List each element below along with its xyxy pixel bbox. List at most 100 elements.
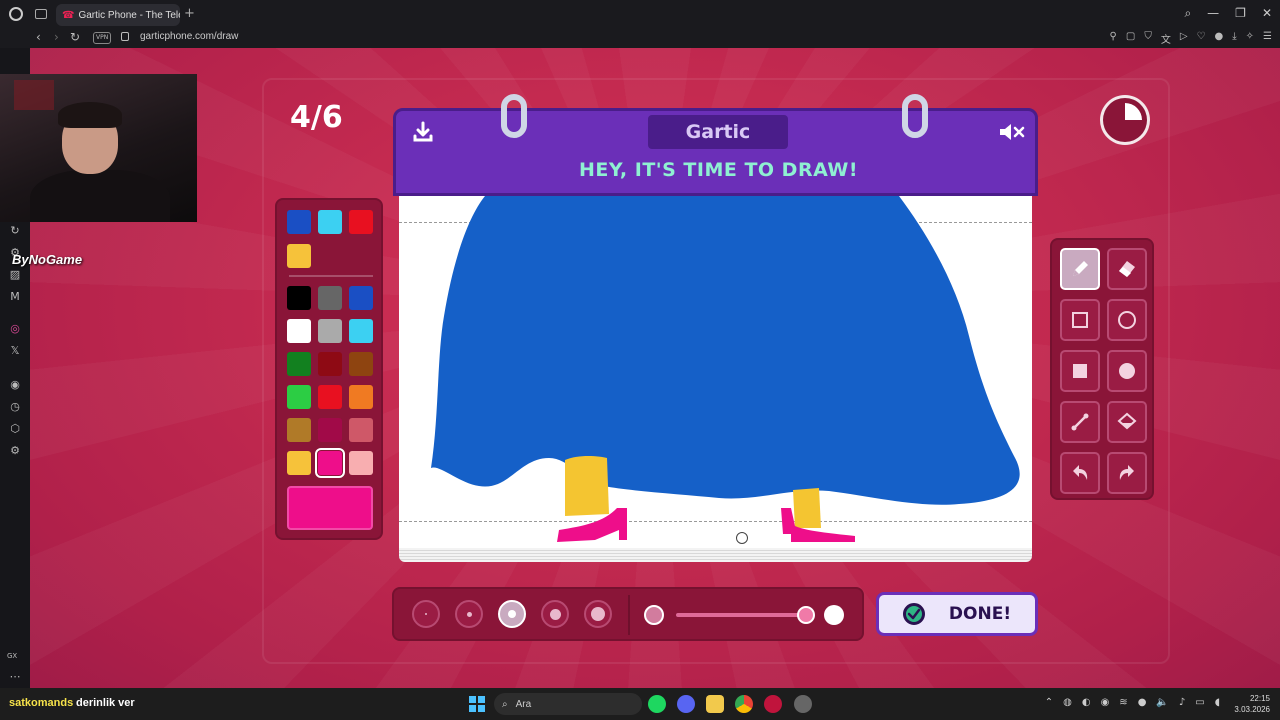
tray-wifi-icon[interactable]: ≋ — [1119, 697, 1127, 708]
back-button[interactable]: ‹ — [36, 30, 41, 44]
snapshot-icon[interactable]: ▢ — [1126, 31, 1135, 46]
brush-size-button[interactable] — [412, 600, 440, 628]
opacity-slider[interactable] — [676, 606, 815, 624]
shield-icon[interactable]: ⛉ — [1144, 31, 1152, 46]
undo-tool-button[interactable] — [1060, 452, 1100, 494]
reload-button[interactable]: ↻ — [70, 30, 80, 44]
color-swatch[interactable] — [315, 448, 345, 478]
color-swatch[interactable] — [349, 418, 373, 442]
brush-size-dot — [591, 607, 605, 621]
play-icon[interactable]: ▷ — [1180, 31, 1188, 46]
opacity-slider-thumb[interactable] — [797, 606, 815, 624]
file-explorer-icon[interactable] — [706, 695, 724, 713]
yellow-leg-right-stroke — [793, 488, 821, 528]
discord-icon[interactable] — [677, 695, 695, 713]
tray-chevron-icon[interactable]: ⌃ — [1045, 697, 1053, 708]
system-clock[interactable]: 22:15 3.03.2026 — [1234, 693, 1270, 715]
instagram-icon[interactable]: ◎ — [8, 322, 22, 336]
tray-app-icon[interactable]: ◍ — [1063, 697, 1072, 708]
color-swatch[interactable] — [287, 244, 311, 268]
translate-icon[interactable]: 文 — [1161, 31, 1171, 46]
done-label: DONE! — [948, 604, 1012, 624]
pin-icon[interactable]: ⚲ — [1110, 31, 1117, 46]
tray-volume-icon[interactable]: 🔈 — [1156, 697, 1168, 708]
history-icon[interactable]: ◷ — [8, 400, 22, 414]
color-swatch[interactable] — [349, 451, 373, 475]
color-swatch[interactable] — [318, 418, 342, 442]
color-swatch[interactable] — [287, 451, 311, 475]
mute-icon[interactable] — [998, 121, 1026, 143]
menu-icon[interactable]: ☰ — [1263, 31, 1272, 46]
color-swatch[interactable] — [287, 210, 311, 234]
close-window-button[interactable]: ✕ — [1262, 6, 1272, 21]
redo-tool-button[interactable] — [1107, 452, 1147, 494]
maximize-button[interactable]: ❐ — [1235, 6, 1246, 21]
opera-gx-logo-icon[interactable] — [9, 7, 23, 21]
settings-icon[interactable]: ⚙ — [8, 444, 22, 458]
minimize-button[interactable]: — — [1207, 6, 1219, 21]
prompt-title: HEY, IT'S TIME TO DRAW! — [578, 159, 859, 181]
color-swatch[interactable] — [349, 286, 373, 310]
forward-button[interactable]: › — [54, 30, 59, 44]
done-button[interactable]: DONE! — [876, 592, 1038, 636]
tray-sound-icon[interactable]: ◖ — [1215, 697, 1220, 708]
rectangle-outline-tool-button[interactable] — [1060, 299, 1100, 341]
url-field[interactable]: garticphone.com/draw — [140, 31, 238, 42]
brush-size-button[interactable] — [584, 600, 612, 628]
download-icon[interactable] — [412, 121, 434, 143]
more-icon[interactable]: ⋯ — [8, 670, 22, 684]
brush-size-button[interactable] — [455, 600, 483, 628]
color-swatch[interactable] — [318, 385, 342, 409]
color-swatch[interactable] — [287, 385, 311, 409]
brush-size-button[interactable] — [498, 600, 526, 628]
spotify-icon[interactable] — [648, 695, 666, 713]
browser-tab[interactable]: ☎ Gartic Phone - The Teleph — [56, 4, 180, 26]
tray-spotify-icon[interactable]: ● — [1138, 697, 1147, 708]
vpn-badge[interactable]: VPN — [93, 32, 112, 44]
color-swatch[interactable] — [287, 286, 311, 310]
search-tabs-icon[interactable]: ⌕ — [1184, 6, 1191, 21]
windows-start-icon[interactable] — [469, 696, 485, 712]
color-swatch[interactable] — [318, 210, 342, 234]
brush-size-button[interactable] — [541, 600, 569, 628]
color-swatch[interactable] — [287, 319, 311, 343]
x-twitter-icon[interactable]: 𝕏 — [8, 344, 22, 358]
color-swatch[interactable] — [349, 385, 373, 409]
circle-outline-tool-button[interactable] — [1107, 299, 1147, 341]
color-swatch[interactable] — [349, 319, 373, 343]
taskbar-search[interactable]: ⌕ Ara — [494, 693, 642, 715]
color-swatch[interactable] — [318, 319, 342, 343]
tray-mic-icon[interactable]: ♪ — [1179, 697, 1185, 708]
color-swatch[interactable] — [318, 286, 342, 310]
lock-icon[interactable] — [121, 32, 129, 41]
drawing-canvas[interactable] — [399, 196, 1032, 548]
download-browser-icon[interactable]: ⤓ — [1232, 31, 1236, 46]
pencil-tool-button[interactable] — [1060, 248, 1100, 290]
gx-control-icon[interactable]: ↻ — [8, 224, 22, 238]
messenger-icon[interactable]: M — [8, 290, 22, 304]
aria-icon[interactable]: ✧ — [1246, 31, 1254, 46]
color-swatch[interactable] — [349, 352, 373, 376]
tray-network-icon[interactable]: ▭ — [1195, 697, 1204, 708]
tab-list-icon[interactable] — [35, 9, 47, 19]
tray-discord-icon[interactable]: ◐ — [1082, 697, 1091, 708]
opera-gx-taskbar-icon[interactable] — [764, 695, 782, 713]
new-tab-button[interactable]: + — [184, 6, 195, 21]
line-tool-button[interactable] — [1060, 401, 1100, 443]
heart-icon[interactable]: ♡ — [1197, 31, 1206, 46]
color-swatch[interactable] — [318, 352, 342, 376]
extensions-icon[interactable]: ⬡ — [8, 422, 22, 436]
color-swatch[interactable] — [287, 418, 311, 442]
chrome-icon[interactable] — [735, 695, 753, 713]
steam-notification-icon[interactable] — [794, 695, 812, 713]
profile-icon[interactable]: ● — [1214, 31, 1223, 46]
color-swatch[interactable] — [349, 210, 373, 234]
player-icon[interactable]: ◉ — [8, 378, 22, 392]
color-swatch[interactable] — [287, 352, 311, 376]
eraser-tool-button[interactable] — [1107, 248, 1147, 290]
fill-bucket-tool-button[interactable] — [1107, 401, 1147, 443]
rectangle-filled-tool-button[interactable] — [1060, 350, 1100, 392]
circle-filled-tool-button[interactable] — [1107, 350, 1147, 392]
twitch-icon[interactable]: ▨ — [8, 268, 22, 282]
tray-steam-icon[interactable]: ◉ — [1101, 697, 1110, 708]
